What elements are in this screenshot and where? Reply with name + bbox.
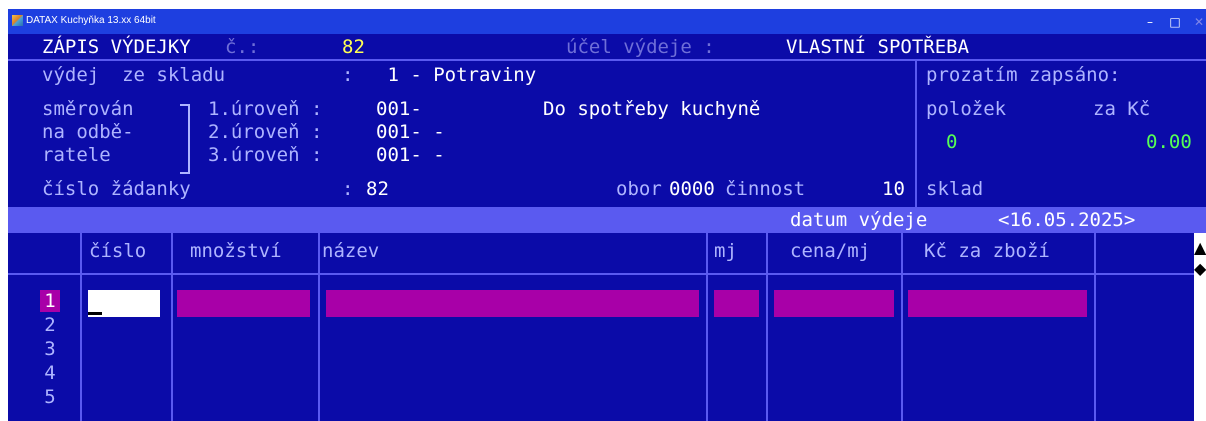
total-input[interactable] [908,290,1087,317]
obor-label: obor [616,178,662,200]
col-header-total[interactable]: Kč za zboží [924,240,1050,262]
warehouse-label: výdej ze skladu [42,64,226,86]
unit-price-input[interactable] [774,290,894,317]
document-number-label: č.: [225,36,260,58]
obor-value[interactable]: 0000 [669,178,715,200]
level2-code[interactable]: 001- - [376,121,445,143]
text-cursor [88,312,102,315]
level2-label: 2.úroveň : [208,121,323,143]
scroll-up-icon[interactable]: ▲ [1194,239,1206,257]
console-screen: ZÁPIS VÝDEJKY č.: 82 účel výdeje : VLAST… [8,34,1206,421]
cinnost-label: činnost [725,178,806,200]
request-colon: : [342,178,354,200]
window-titlebar[interactable]: DATAX Kuchyňka 13.xx 64bit – □ ✕ [8,9,1206,34]
row-number[interactable]: 2 [40,314,60,336]
summary-items-value: 0 [946,131,958,153]
summary-amount-value: 0.00 [1146,131,1192,153]
level3-label: 3.úroveň : [208,144,323,166]
table-header-divider [8,273,1194,275]
bracket-top [180,104,188,106]
app-icon [12,15,23,26]
document-number: 82 [342,36,365,58]
purpose-label: účel výdeje : [566,36,715,58]
col-header-name[interactable]: název [322,240,379,262]
col-divider-5 [766,233,768,421]
col-divider-6 [901,233,903,421]
quantity-input[interactable] [177,290,310,317]
col-header-number[interactable]: číslo [89,240,146,262]
window-title: DATAX Kuchyňka 13.xx 64bit [26,15,156,26]
summary-title: prozatím zapsáno: [926,64,1121,86]
routed-label-1: směrován [42,98,134,120]
warehouse-value[interactable]: 1 - Potraviny [376,64,536,86]
col-header-unit[interactable]: mj [714,240,737,262]
row-number[interactable]: 5 [40,386,60,408]
col-divider-1 [80,233,82,421]
level1-code[interactable]: 001- [376,98,422,120]
summary-amount-label: za Kč [1093,98,1151,120]
form-divider [915,61,917,207]
level3-code[interactable]: 001- - [376,144,445,166]
close-button[interactable]: ✕ [1190,13,1206,31]
date-value[interactable]: <16.05.2025> [998,209,1135,231]
routed-label-2: na odbě- [42,121,134,143]
maximize-button[interactable]: □ [1166,13,1184,31]
minimize-button[interactable]: – [1141,13,1159,31]
row-number[interactable]: 4 [40,362,60,384]
col-divider-4 [706,233,708,421]
col-divider-7 [1094,233,1096,421]
purpose-value: VLASTNÍ SPOTŘEBA [786,36,970,58]
row-number[interactable]: 3 [40,338,60,360]
name-input[interactable] [326,290,699,317]
request-value[interactable]: 82 [366,178,389,200]
unit-input[interactable] [714,290,759,317]
bracket-line [188,104,190,174]
warehouse-colon: : [342,64,354,86]
summary-items-label: položek [926,98,1007,120]
scroll-thumb-icon[interactable]: ◆ [1194,260,1206,278]
bracket-bottom [180,172,188,174]
level1-name: Do spotřeby kuchyně [543,98,761,120]
level1-label: 1.úroveň : [208,98,323,120]
date-label: datum výdeje [790,209,928,231]
sklad-label: sklad [926,178,984,200]
request-label: číslo žádanky [42,178,191,200]
routed-label-3: ratele [42,144,111,166]
row-number[interactable]: 1 [40,290,60,312]
cinnost-value[interactable]: 10 [882,178,905,200]
col-divider-2 [171,233,173,421]
col-header-unit-price[interactable]: cena/mj [790,240,870,262]
page-title: ZÁPIS VÝDEJKY [42,36,191,58]
col-header-quantity[interactable]: množství [190,240,282,262]
col-divider-3 [318,233,320,421]
